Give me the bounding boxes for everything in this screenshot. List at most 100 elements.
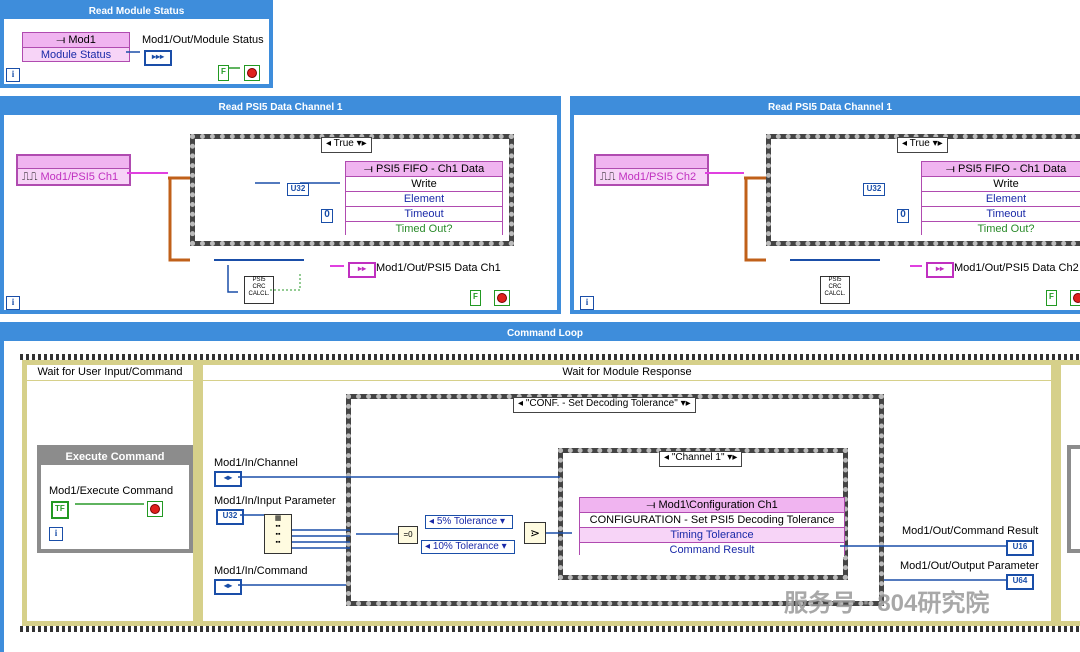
node-arrow-icon: ⟞ bbox=[56, 34, 69, 46]
fifo-row-element: Element bbox=[922, 191, 1080, 206]
psi5-ch1-in-label: Mod1/PSI5 Ch1 bbox=[40, 171, 119, 183]
frame-next bbox=[1056, 360, 1080, 626]
node-name: Mod1 bbox=[68, 34, 96, 46]
case-right-arrow-icon: ▾▸ bbox=[677, 398, 691, 409]
crc-calc-block: PSI5 CRC CALCL. bbox=[244, 276, 274, 304]
read-status-title: Read Module Status bbox=[4, 4, 269, 19]
frame-wait-module-title: Wait for Module Response bbox=[203, 365, 1051, 381]
stop-bool-constant[interactable]: F bbox=[1046, 290, 1057, 306]
in-command-label: Mod1/In/Command bbox=[214, 565, 308, 577]
case-selector[interactable]: ◂ "CONF. - Set Decoding Tolerance" ▾▸ bbox=[513, 397, 696, 413]
psi5-ch1-input-node[interactable]: ⎍⎍ Mod1/PSI5 Ch1 bbox=[16, 154, 131, 186]
node-arrow-icon: ⟞ bbox=[646, 499, 659, 511]
fifo-row-write: Write bbox=[922, 176, 1080, 191]
frame-wait-user: Wait for User Input/Command Execute Comm… bbox=[22, 360, 198, 626]
stop-bool-constant[interactable]: F bbox=[470, 290, 481, 306]
psi5-ch2-title: Read PSI5 Data Channel 1 bbox=[574, 100, 1080, 115]
fifo-row-timed-out: Timed Out? bbox=[922, 221, 1080, 236]
stop-icon[interactable] bbox=[244, 65, 260, 81]
tolerance-ring-2[interactable]: ◂ 10% Tolerance ▾ bbox=[421, 540, 515, 554]
configuration-node[interactable]: ⟞ Mod1\Configuration Ch1 CONFIGURATION -… bbox=[579, 497, 845, 557]
psi5-ch2-in-label: Mod1/PSI5 Ch2 bbox=[618, 171, 697, 183]
fifo-row-write: Write bbox=[346, 176, 502, 191]
stop-icon[interactable] bbox=[494, 290, 510, 306]
case-left-arrow-icon: ◂ bbox=[902, 138, 910, 149]
local-var-icon bbox=[147, 501, 163, 517]
fifo-arrow-icon: ⟞ bbox=[945, 163, 958, 175]
module-status-node[interactable]: ⟞ Mod1 Module Status bbox=[22, 32, 130, 62]
case-selector[interactable]: ◂ True ▾▸ bbox=[321, 137, 372, 153]
psi5-ch2-out-label: Mod1/Out/PSI5 Data Ch2 bbox=[954, 262, 1079, 274]
tolerance-2-text: 10% Tolerance bbox=[432, 541, 499, 552]
zero-constant[interactable]: 0 bbox=[321, 209, 333, 223]
module-status-indicator[interactable]: ▸▸▸ bbox=[144, 50, 172, 66]
next-frame-box bbox=[1067, 445, 1080, 553]
pulse-icon: ⎍⎍ bbox=[22, 171, 41, 183]
case-right-arrow-icon: ▾▸ bbox=[929, 138, 943, 149]
case-label: "Channel 1" bbox=[671, 452, 725, 463]
tolerance-1-text: 5% Tolerance bbox=[436, 516, 498, 527]
fifo-arrow-icon: ⟞ bbox=[363, 163, 376, 175]
crc-line-1: PSI5 bbox=[828, 277, 842, 283]
dropdown-icon: ▾ bbox=[500, 516, 506, 527]
crc-line-1: PSI5 bbox=[252, 277, 266, 283]
case-right-arrow-icon: ▾▸ bbox=[724, 452, 738, 463]
fifo-row-timed-out: Timed Out? bbox=[346, 221, 502, 236]
fifo-title: PSI5 FIFO - Ch1 Data bbox=[957, 163, 1067, 175]
psi5-ch1-title: Read PSI5 Data Channel 1 bbox=[4, 100, 557, 115]
frame-wait-user-title: Wait for User Input/Command bbox=[27, 365, 193, 381]
config-row-0: CONFIGURATION - Set PSI5 Decoding Tolera… bbox=[580, 512, 844, 527]
iteration-terminal-icon: i bbox=[6, 296, 20, 310]
fifo-row-element: Element bbox=[346, 191, 502, 206]
case-selector[interactable]: ◂ "Channel 1" ▾▸ bbox=[659, 451, 743, 467]
channel-case-structure: ◂ "Channel 1" ▾▸ ⟞ Mod1\Configuration Ch… bbox=[558, 448, 848, 580]
config-node-title: Mod1\Configuration Ch1 bbox=[658, 499, 778, 511]
execute-command-label: Mod1/Execute Command bbox=[49, 485, 174, 497]
psi5-ch1-out-indicator[interactable]: ▸▸ bbox=[348, 262, 376, 278]
crc-line-3: CALCL. bbox=[248, 291, 270, 297]
case-label: True bbox=[333, 138, 354, 149]
in-param-control[interactable]: U32 bbox=[216, 509, 244, 525]
u32-cast: U32 bbox=[287, 183, 309, 196]
fifo-node[interactable]: ⟞ PSI5 FIFO - Ch1 Data Write Element Tim… bbox=[345, 161, 503, 236]
tolerance-ring-1[interactable]: ◂ 5% Tolerance ▾ bbox=[425, 515, 513, 529]
out-param-indicator[interactable]: U64 bbox=[1006, 574, 1034, 590]
execute-command-box: Execute Command Mod1/Execute Command TF … bbox=[37, 445, 193, 553]
case-left-arrow-icon: ◂ bbox=[326, 138, 334, 149]
fifo-row-timeout: Timeout bbox=[922, 206, 1080, 221]
node-prop: Module Status bbox=[23, 47, 129, 62]
module-status-out-label: Mod1/Out/Module Status bbox=[142, 34, 264, 46]
config-row-1: Timing Tolerance bbox=[580, 527, 844, 542]
execute-command-bool[interactable]: TF bbox=[51, 501, 69, 519]
stop-icon[interactable] bbox=[1070, 290, 1080, 306]
psi5-ch2-out-indicator[interactable]: ▸▸ bbox=[926, 262, 954, 278]
psi5-ch2-input-node[interactable]: ⎍⎍ Mod1/PSI5 Ch2 bbox=[594, 154, 709, 186]
crc-line-3: CALCL. bbox=[824, 291, 846, 297]
case-left-arrow-icon: ◂ bbox=[518, 398, 526, 409]
fifo-node[interactable]: ⟞ PSI5 FIFO - Ch1 Data Write Element Tim… bbox=[921, 161, 1080, 236]
psi5-ch1-case-structure: ◂ True ▾▸ ⟞ PSI5 FIFO - Ch1 Data Write E… bbox=[190, 134, 514, 246]
select-icon: ⋗ bbox=[524, 522, 546, 544]
unbundle-icon: ▦ ▪▪ ▪▪ ▪▪ bbox=[264, 514, 292, 554]
in-param-label: Mod1/In/Input Parameter bbox=[214, 495, 336, 507]
out-result-label: Mod1/Out/Command Result bbox=[902, 525, 1039, 537]
psi5-ch2-case-structure: ◂ True ▾▸ ⟞ PSI5 FIFO - Ch1 Data Write E… bbox=[766, 134, 1080, 246]
case-left-arrow-icon: ◂ bbox=[664, 452, 672, 463]
fifo-title: PSI5 FIFO - Ch1 Data bbox=[375, 163, 485, 175]
case-label: True bbox=[909, 138, 930, 149]
pulse-icon: ⎍⎍ bbox=[600, 171, 619, 183]
psi5-ch1-loop: Read PSI5 Data Channel 1 ⎍⎍ Mod1/PSI5 Ch… bbox=[0, 96, 561, 314]
psi5-ch2-loop: Read PSI5 Data Channel 1 ⎍⎍ Mod1/PSI5 Ch… bbox=[570, 96, 1080, 314]
in-channel-control[interactable]: ◂▸ bbox=[214, 471, 242, 487]
iteration-terminal-icon: i bbox=[580, 296, 594, 310]
out-param-label: Mod1/Out/Output Parameter bbox=[900, 560, 1039, 572]
command-loop-title: Command Loop bbox=[4, 326, 1080, 341]
equals-zero-icon: =0 bbox=[398, 526, 418, 544]
in-command-control[interactable]: ◂▸ bbox=[214, 579, 242, 595]
out-result-indicator[interactable]: U16 bbox=[1006, 540, 1034, 556]
iteration-terminal-icon: i bbox=[6, 68, 20, 82]
stop-bool-constant[interactable]: F bbox=[218, 65, 229, 81]
case-selector[interactable]: ◂ True ▾▸ bbox=[897, 137, 948, 153]
case-right-arrow-icon: ▾▸ bbox=[353, 138, 367, 149]
zero-constant[interactable]: 0 bbox=[897, 209, 909, 223]
